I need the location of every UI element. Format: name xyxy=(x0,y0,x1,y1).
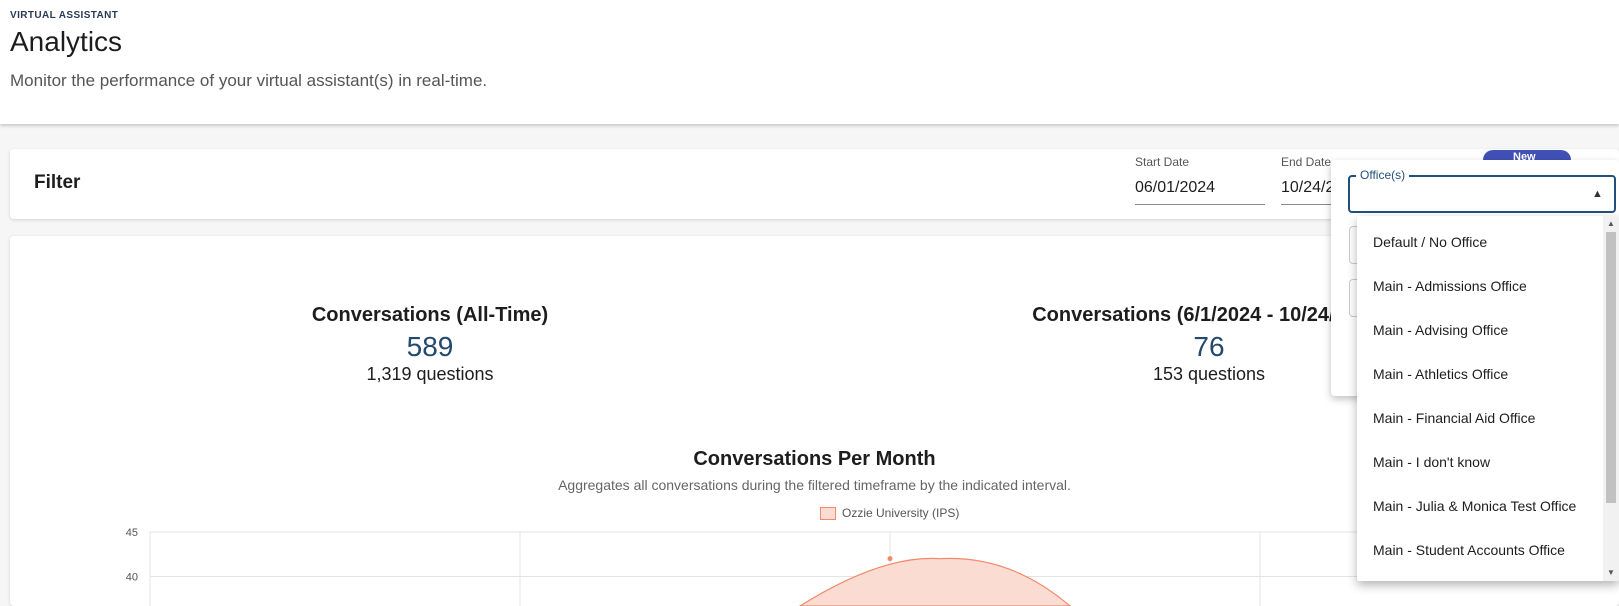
triangle-down-icon[interactable]: ▼ xyxy=(1603,565,1619,581)
stat-all-time-questions: 1,319 questions xyxy=(366,364,494,384)
office-option[interactable]: Main - I don't know xyxy=(1357,440,1603,484)
stat-all-time: Conversations (All-Time) 589 1,319 quest… xyxy=(280,304,580,385)
office-option[interactable]: Default / No Office xyxy=(1357,220,1603,264)
office-option[interactable]: Main - Julia & Monica Test Office xyxy=(1357,484,1603,528)
data-point xyxy=(887,556,893,562)
office-option[interactable]: Main - Financial Aid Office xyxy=(1357,396,1603,440)
page-subtitle: Monitor the performance of your virtual … xyxy=(10,71,488,90)
stat-all-time-title: Conversations (All-Time) xyxy=(311,304,549,326)
filter-title: Filter xyxy=(34,172,81,193)
stat-all-time-count: 589 xyxy=(406,331,454,362)
office-select-label: Office(s) xyxy=(1356,168,1410,182)
page-header: VIRTUAL ASSISTANT Analytics Monitor the … xyxy=(0,0,1619,124)
office-option[interactable]: Main - Athletics Office xyxy=(1357,352,1603,396)
office-option[interactable]: Main - Advising Office xyxy=(1357,308,1603,352)
menu-scrollbar[interactable]: ▲ ▼ xyxy=(1603,216,1619,581)
triangle-up-icon[interactable]: ▲ xyxy=(1592,188,1603,200)
page-title: Analytics xyxy=(10,26,123,57)
office-options-list: Default / No Office Main - Admissions Off… xyxy=(1357,216,1603,572)
office-option[interactable]: Main - Admissions Office xyxy=(1357,264,1603,308)
start-date-label: Start Date xyxy=(1135,155,1190,169)
start-date-input[interactable]: 06/01/2024 xyxy=(1135,179,1265,205)
scroll-thumb[interactable] xyxy=(1606,232,1616,503)
y-tick-label: 40 xyxy=(126,571,138,583)
section-eyebrow: VIRTUAL ASSISTANT xyxy=(10,10,119,21)
y-tick-label: 45 xyxy=(126,527,138,539)
office-options-menu: Default / No Office Main - Admissions Off… xyxy=(1357,216,1619,581)
office-option[interactable]: Main - Student Accounts Office xyxy=(1357,528,1603,572)
triangle-up-icon[interactable]: ▲ xyxy=(1603,216,1619,232)
start-date-field[interactable]: Start Date 06/01/2024 xyxy=(1135,155,1265,205)
